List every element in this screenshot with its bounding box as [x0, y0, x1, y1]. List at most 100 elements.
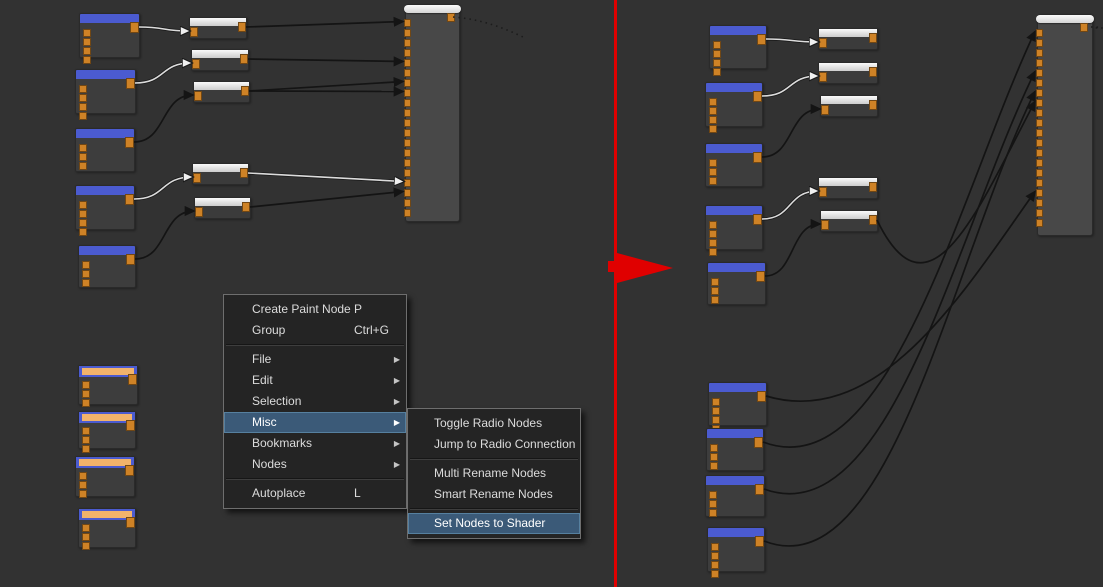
output-port[interactable] — [240, 54, 248, 64]
input-port[interactable] — [1036, 29, 1043, 37]
input-port[interactable] — [1036, 89, 1043, 97]
input-port[interactable] — [82, 542, 90, 550]
menu-item-create-paint-node[interactable]: Create Paint NodeP — [224, 299, 406, 320]
output-port[interactable] — [240, 168, 248, 178]
output-port[interactable] — [447, 13, 455, 22]
input-port[interactable] — [709, 239, 717, 247]
input-port[interactable] — [194, 91, 202, 101]
input-port[interactable] — [710, 453, 718, 461]
output-port[interactable] — [753, 91, 762, 102]
input-port[interactable] — [404, 199, 411, 207]
output-port[interactable] — [125, 194, 134, 205]
input-port[interactable] — [193, 173, 201, 183]
input-port[interactable] — [79, 103, 87, 111]
node-blue[interactable] — [75, 128, 135, 172]
node-white[interactable] — [820, 95, 878, 117]
output-port[interactable] — [126, 254, 135, 265]
input-port[interactable] — [709, 230, 717, 238]
output-port[interactable] — [869, 215, 877, 225]
input-port[interactable] — [82, 436, 90, 444]
input-port[interactable] — [79, 228, 87, 236]
input-port[interactable] — [79, 112, 87, 120]
menu-item-edit[interactable]: Edit▶ — [224, 370, 406, 391]
menu-item-misc[interactable]: Misc▶ — [224, 412, 406, 433]
input-port[interactable] — [709, 168, 717, 176]
input-port[interactable] — [1036, 189, 1043, 197]
menu-item-autoplace[interactable]: AutoplaceL — [224, 483, 406, 504]
input-port[interactable] — [82, 533, 90, 541]
node-orange[interactable] — [78, 508, 136, 548]
input-port[interactable] — [819, 38, 827, 48]
output-port[interactable] — [130, 22, 139, 33]
input-port[interactable] — [82, 390, 90, 398]
input-port[interactable] — [1036, 199, 1043, 207]
input-port[interactable] — [82, 279, 90, 287]
input-port[interactable] — [192, 59, 200, 69]
node-blue[interactable] — [709, 25, 767, 69]
node-blue[interactable] — [75, 185, 135, 230]
input-port[interactable] — [79, 219, 87, 227]
input-port[interactable] — [79, 472, 87, 480]
output-port[interactable] — [754, 437, 763, 448]
node-blue[interactable] — [705, 205, 763, 250]
input-port[interactable] — [79, 94, 87, 102]
input-port[interactable] — [79, 481, 87, 489]
input-port[interactable] — [709, 98, 717, 106]
input-port[interactable] — [82, 524, 90, 532]
node-blue[interactable] — [707, 527, 765, 572]
input-port[interactable] — [713, 68, 721, 76]
input-port[interactable] — [712, 416, 720, 424]
output-port[interactable] — [757, 391, 766, 402]
input-port[interactable] — [709, 125, 717, 133]
input-port[interactable] — [819, 72, 827, 82]
input-port[interactable] — [709, 107, 717, 115]
input-port[interactable] — [713, 41, 721, 49]
menu-item-nodes[interactable]: Nodes▶ — [224, 454, 406, 475]
node-tall[interactable] — [405, 4, 460, 222]
input-port[interactable] — [404, 79, 411, 87]
input-port[interactable] — [711, 287, 719, 295]
output-port[interactable] — [128, 374, 137, 385]
node-blue[interactable] — [79, 13, 140, 58]
input-port[interactable] — [1036, 119, 1043, 127]
input-port[interactable] — [711, 296, 719, 304]
menu-item-selection[interactable]: Selection▶ — [224, 391, 406, 412]
output-port[interactable] — [756, 271, 765, 282]
input-port[interactable] — [1036, 59, 1043, 67]
node-blue[interactable] — [705, 475, 765, 517]
input-port[interactable] — [404, 59, 411, 67]
node-white[interactable] — [192, 163, 249, 185]
input-port[interactable] — [79, 85, 87, 93]
input-port[interactable] — [1036, 79, 1043, 87]
menu-item-bookmarks[interactable]: Bookmarks▶ — [224, 433, 406, 454]
menu-item-group[interactable]: GroupCtrl+G — [224, 320, 406, 341]
output-port[interactable] — [757, 34, 766, 45]
menu-item-toggle-radio-nodes[interactable]: Toggle Radio Nodes — [408, 413, 580, 434]
output-port[interactable] — [242, 202, 250, 212]
input-port[interactable] — [821, 105, 829, 115]
input-port[interactable] — [83, 29, 91, 37]
input-port[interactable] — [404, 189, 411, 197]
input-port[interactable] — [709, 221, 717, 229]
input-port[interactable] — [711, 552, 719, 560]
menu-item-file[interactable]: File▶ — [224, 349, 406, 370]
input-port[interactable] — [713, 59, 721, 67]
node-blue[interactable] — [75, 69, 136, 114]
output-port[interactable] — [125, 137, 134, 148]
node-white[interactable] — [194, 197, 251, 219]
input-port[interactable] — [709, 159, 717, 167]
input-port[interactable] — [82, 381, 90, 389]
node-white[interactable] — [193, 81, 250, 103]
input-port[interactable] — [82, 270, 90, 278]
input-port[interactable] — [1036, 159, 1043, 167]
input-port[interactable] — [404, 119, 411, 127]
input-port[interactable] — [404, 129, 411, 137]
input-port[interactable] — [1036, 39, 1043, 47]
input-port[interactable] — [710, 444, 718, 452]
menu-item-multi-rename-nodes[interactable]: Multi Rename Nodes — [408, 463, 580, 484]
input-port[interactable] — [83, 56, 91, 64]
menu-item-jump-to-radio-connection[interactable]: Jump to Radio Connection — [408, 434, 580, 455]
input-port[interactable] — [821, 220, 829, 230]
node-white[interactable] — [820, 210, 878, 232]
input-port[interactable] — [712, 398, 720, 406]
